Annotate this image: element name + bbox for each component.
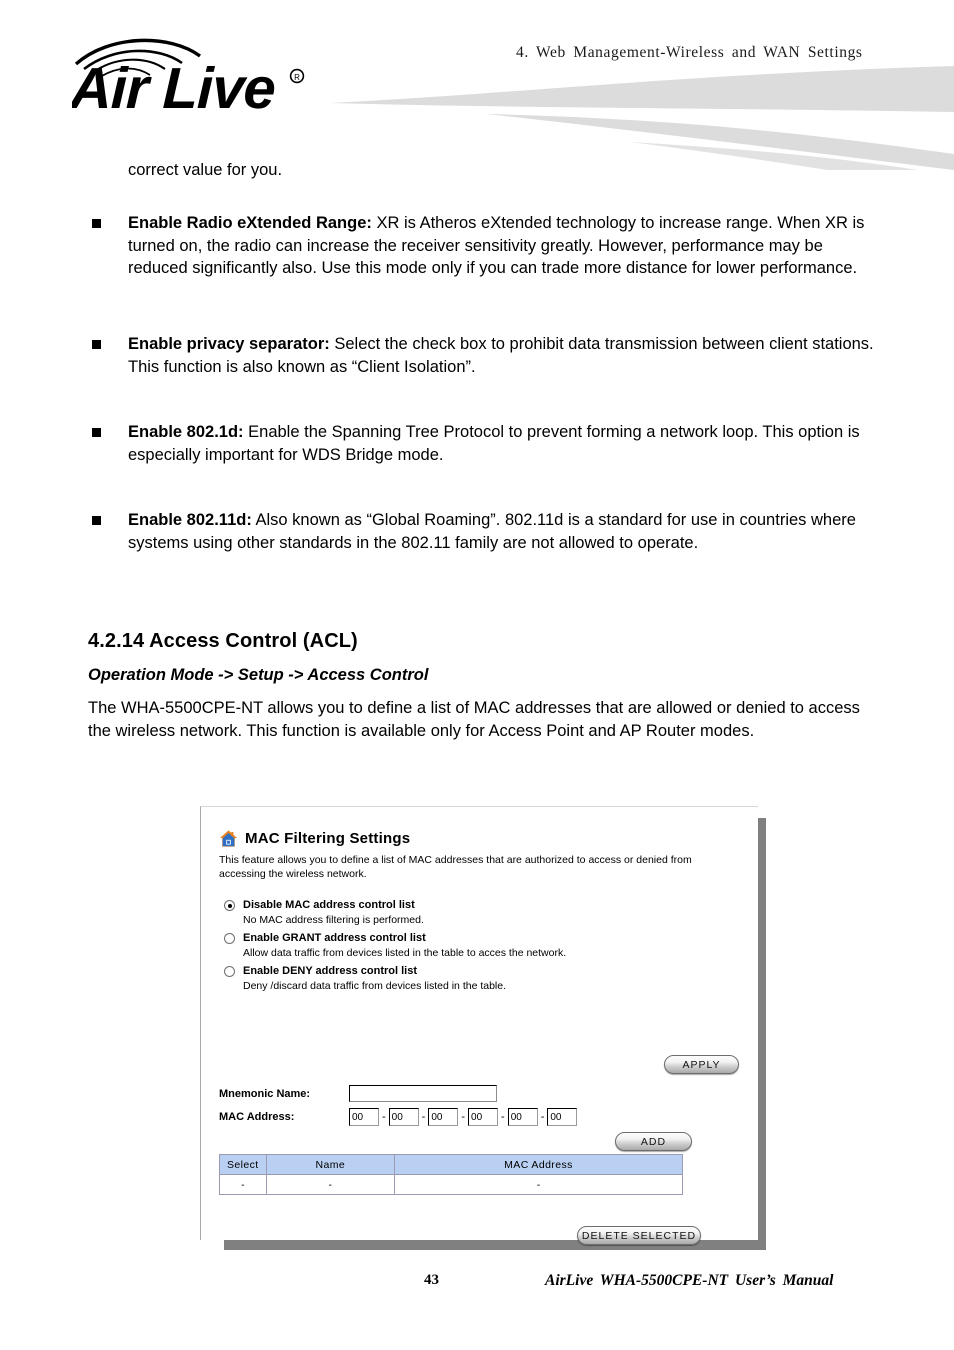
acl-entries-table: Select Name MAC Address - - - — [219, 1154, 684, 1195]
mac-dash-1: - — [382, 1111, 386, 1123]
header-swoosh-decoration — [330, 58, 954, 170]
bullet-square-icon — [92, 340, 101, 349]
bullet-item-radio-extended-range: Enable Radio eXtended Range: XR is Ather… — [92, 212, 882, 280]
bullet-item-80211d: Enable 802.11d: Also known as “Global Ro… — [92, 509, 882, 554]
section-paragraph: The WHA-5500CPE-NT allows you to define … — [88, 699, 860, 740]
radio-label-disable: Disable MAC address control list — [243, 899, 415, 911]
page-number: 43 — [424, 1272, 439, 1288]
add-button[interactable]: ADD — [615, 1132, 692, 1151]
radio-button-icon[interactable] — [224, 966, 235, 977]
manual-title: AirLive WHA-5500CPE-NT User’s Manual — [545, 1272, 834, 1289]
delete-selected-button[interactable]: DELETE SELECTED — [577, 1226, 701, 1245]
lead-paragraph: correct value for you. — [128, 161, 283, 179]
cell-name: - — [265, 1174, 395, 1195]
radio-button-icon[interactable] — [224, 900, 235, 911]
bullet-square-icon — [92, 428, 101, 437]
bullet-item-8021d: Enable 802.1d: Enable the Spanning Tree … — [92, 421, 882, 466]
acl-mode-radio-group: Disable MAC address control list No MAC … — [219, 898, 739, 994]
panel-content: MAC Filtering Settings This feature allo… — [219, 829, 739, 1245]
bullet-item-privacy-separator: Enable privacy separator: Select the che… — [92, 333, 882, 378]
bullet-term: Enable 802.11d: — [128, 511, 252, 529]
mac-octet-4[interactable] — [468, 1108, 499, 1126]
radio-label-grant: Enable GRANT address control list — [243, 932, 426, 944]
bullet-term: Enable privacy separator: — [128, 335, 330, 353]
apply-button[interactable]: APPLY — [664, 1055, 739, 1074]
radio-option-disable-mac-control[interactable]: Disable MAC address control list No MAC … — [219, 898, 739, 928]
mac-dash-3: - — [461, 1111, 466, 1123]
panel-description: This feature allows you to define a list… — [219, 854, 692, 880]
mac-octet-3[interactable] — [428, 1108, 459, 1126]
house-icon — [219, 830, 238, 847]
page-header: Air Live R 4. Web Management-Wireless an… — [0, 0, 954, 170]
mac-octet-1[interactable] — [349, 1108, 379, 1126]
chapter-header-title: 4. Web Management-Wireless and WAN Setti… — [516, 44, 863, 61]
mnemonic-name-label: Mnemonic Name: — [219, 1087, 311, 1100]
radio-label-deny: Enable DENY address control list — [243, 965, 418, 977]
panel-title: MAC Filtering Settings — [219, 829, 739, 848]
panel-title-text: MAC Filtering Settings — [245, 830, 411, 847]
mac-dash-5: - — [540, 1111, 545, 1123]
radio-option-enable-grant[interactable]: Enable GRANT address control list Allow … — [219, 931, 739, 961]
cell-mac-address: - — [393, 1174, 684, 1195]
bullet-square-icon — [92, 219, 101, 228]
table-header-row: Select Name MAC Address — [219, 1154, 684, 1175]
acl-screenshot: MAC Filtering Settings This feature allo… — [200, 806, 766, 1250]
radio-sublabel-deny: Deny /discard data traffic from devices … — [243, 980, 507, 992]
radio-sublabel-grant: Allow data traffic from devices listed i… — [243, 947, 567, 959]
mnemonic-name-row: Mnemonic Name: — [219, 1085, 577, 1102]
radio-option-enable-deny[interactable]: Enable DENY address control list Deny /d… — [219, 964, 739, 994]
table-row[interactable]: - - - — [219, 1174, 684, 1195]
acl-entry-form: Mnemonic Name: MAC Address: - - - - - — [219, 1085, 578, 1132]
column-header-name: Name — [265, 1154, 395, 1175]
airlive-logo: Air Live R — [72, 36, 322, 114]
mnemonic-name-input[interactable] — [349, 1085, 497, 1102]
column-header-select: Select — [219, 1154, 267, 1175]
section-subheading: Operation Mode -> Setup -> Access Contro… — [88, 666, 429, 684]
section-heading: 4.2.14 Access Control (ACL) — [88, 630, 358, 652]
svg-text:Air Live: Air Live — [72, 56, 276, 114]
svg-text:R: R — [294, 73, 300, 82]
radio-sublabel-disable: No MAC address filtering is performed. — [243, 914, 424, 926]
mac-octet-6[interactable] — [547, 1108, 578, 1126]
airlive-logo-svg: Air Live R — [72, 38, 305, 114]
mac-octet-fields: - - - - - — [349, 1108, 578, 1126]
mac-address-row: MAC Address: - - - - - — [219, 1108, 578, 1126]
bullet-term: Enable 802.1d: — [128, 423, 244, 441]
mac-dash-2: - — [421, 1111, 426, 1123]
mac-octet-2[interactable] — [388, 1108, 419, 1126]
mac-address-label: MAC Address: — [219, 1111, 295, 1123]
cell-select[interactable]: - — [219, 1174, 267, 1195]
mac-filtering-panel: MAC Filtering Settings This feature allo… — [200, 806, 758, 1245]
bullet-term: Enable Radio eXtended Range — [128, 214, 367, 232]
mac-dash-4: - — [501, 1111, 505, 1123]
mac-octet-5[interactable] — [507, 1108, 538, 1126]
column-header-mac-address: MAC Address — [393, 1154, 684, 1175]
bullet-square-icon — [92, 516, 101, 525]
radio-button-icon[interactable] — [224, 933, 235, 944]
